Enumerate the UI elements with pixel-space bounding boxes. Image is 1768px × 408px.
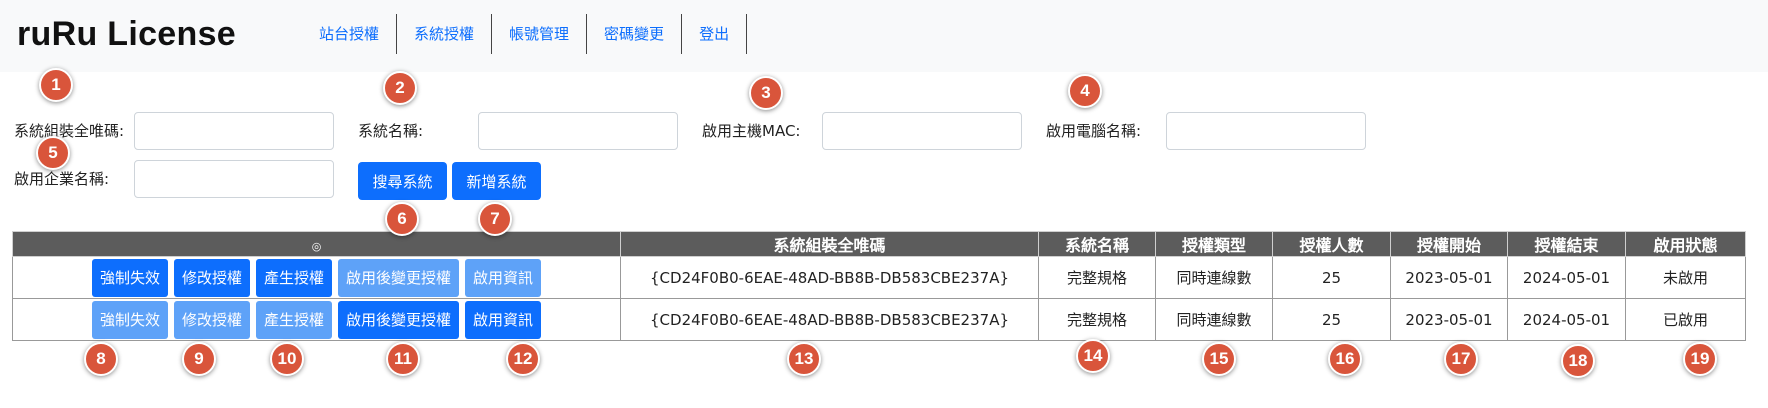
system-name-label: 系統名稱: <box>358 122 424 140</box>
system-id-label: 系統組裝全唯碼: <box>14 122 125 140</box>
cell-license-start: 2023-05-01 <box>1390 298 1508 341</box>
marker-8: 8 <box>84 342 118 376</box>
marker-11: 11 <box>386 342 420 376</box>
cell-system-id: {CD24F0B0-6EAE-48AD-BB8B-DB583CBE237A} <box>620 298 1039 341</box>
marker-17: 17 <box>1444 342 1478 376</box>
marker-16: 16 <box>1328 342 1362 376</box>
column-header-license-count: 授權人數 <box>1272 231 1391 257</box>
edit-license-button[interactable]: 修改授權 <box>173 258 250 297</box>
marker-6: 6 <box>385 202 419 236</box>
row-actions: 強制失效 修改授權 產生授權 啟用後變更授權 啟用資訊 <box>12 298 621 341</box>
change-license-after-activation-button: 啟用後變更授權 <box>338 258 460 297</box>
nav-item-logout[interactable]: 登出 <box>682 14 748 54</box>
cell-system-id: {CD24F0B0-6EAE-48AD-BB8B-DB583CBE237A} <box>620 256 1039 299</box>
force-expire-button[interactable]: 強制失效 <box>91 258 168 297</box>
nav-item-site-license[interactable]: 站台授權 <box>302 14 398 54</box>
row-actions: 強制失效 修改授權 產生授權 啟用後變更授權 啟用資訊 <box>12 256 621 299</box>
table-row: 強制失效 修改授權 產生授權 啟用後變更授權 啟用資訊 {CD24F0B0-6E… <box>12 298 1746 341</box>
computer-name-label: 啟用電腦名稱: <box>1046 122 1142 140</box>
marker-19: 19 <box>1683 342 1717 376</box>
marker-7: 7 <box>478 202 512 236</box>
cell-system-name: 完整規格 <box>1038 298 1156 341</box>
generate-license-button[interactable]: 產生授權 <box>255 258 332 297</box>
marker-4: 4 <box>1068 74 1102 108</box>
cell-status: 已啟用 <box>1625 298 1746 341</box>
license-table: ◎ 系統組裝全唯碼 系統名稱 授權類型 授權人數 授權開始 授權結束 啟用狀態 … <box>12 231 1746 341</box>
marker-18: 18 <box>1561 344 1595 378</box>
activation-info-button[interactable]: 啟用資訊 <box>465 300 542 339</box>
computer-name-input[interactable] <box>1166 112 1366 150</box>
marker-1: 1 <box>39 68 73 102</box>
marker-3: 3 <box>749 76 783 110</box>
cell-license-end: 2024-05-01 <box>1507 256 1626 299</box>
nav-menu: 站台授權 系統授權 帳號管理 密碼變更 登出 <box>302 14 748 54</box>
column-header-status: 啟用狀態 <box>1625 231 1746 257</box>
column-header-license-type: 授權類型 <box>1155 231 1273 257</box>
system-id-input[interactable] <box>134 112 334 150</box>
marker-12: 12 <box>506 342 540 376</box>
cell-status: 未啟用 <box>1625 256 1746 299</box>
nav-item-system-license[interactable]: 系統授權 <box>397 14 493 54</box>
search-system-button[interactable]: 搜尋系統 <box>358 162 447 200</box>
cell-system-name: 完整規格 <box>1038 256 1156 299</box>
brand-title: ruRu License <box>17 15 236 53</box>
cell-license-start: 2023-05-01 <box>1390 256 1508 299</box>
company-name-label: 啟用企業名稱: <box>14 170 110 188</box>
sort-icon: ◎ <box>311 239 322 253</box>
marker-5: 5 <box>36 136 70 170</box>
column-header-license-end: 授權結束 <box>1507 231 1626 257</box>
column-header-system-id: 系統組裝全唯碼 <box>620 231 1039 257</box>
company-name-input[interactable] <box>134 160 334 198</box>
system-name-input[interactable] <box>478 112 678 150</box>
marker-14: 14 <box>1076 339 1110 373</box>
generate-license-button: 產生授權 <box>255 300 332 339</box>
navbar: ruRu License 站台授權 系統授權 帳號管理 密碼變更 登出 <box>0 0 1768 72</box>
force-expire-button: 強制失效 <box>91 300 168 339</box>
cell-license-type: 同時連線數 <box>1155 298 1273 341</box>
table-header-row: ◎ 系統組裝全唯碼 系統名稱 授權類型 授權人數 授權開始 授權結束 啟用狀態 <box>12 231 1746 257</box>
column-header-license-start: 授權開始 <box>1390 231 1508 257</box>
marker-15: 15 <box>1202 342 1236 376</box>
marker-9: 9 <box>182 342 216 376</box>
nav-item-account-management[interactable]: 帳號管理 <box>492 14 588 54</box>
host-mac-label: 啟用主機MAC: <box>702 122 801 140</box>
marker-10: 10 <box>270 342 304 376</box>
cell-license-end: 2024-05-01 <box>1507 298 1626 341</box>
column-header-system-name: 系統名稱 <box>1038 231 1156 257</box>
cell-license-count: 25 <box>1272 298 1391 341</box>
cell-license-count: 25 <box>1272 256 1391 299</box>
activation-info-button: 啟用資訊 <box>465 258 542 297</box>
host-mac-input[interactable] <box>822 112 1022 150</box>
table-row: 強制失效 修改授權 產生授權 啟用後變更授權 啟用資訊 {CD24F0B0-6E… <box>12 256 1746 299</box>
cell-license-type: 同時連線數 <box>1155 256 1273 299</box>
marker-2: 2 <box>383 71 417 105</box>
edit-license-button: 修改授權 <box>173 300 250 339</box>
marker-13: 13 <box>787 342 821 376</box>
change-license-after-activation-button[interactable]: 啟用後變更授權 <box>338 300 460 339</box>
actions-header: ◎ <box>12 231 621 257</box>
nav-item-change-password[interactable]: 密碼變更 <box>587 14 683 54</box>
add-system-button[interactable]: 新增系統 <box>452 162 541 200</box>
